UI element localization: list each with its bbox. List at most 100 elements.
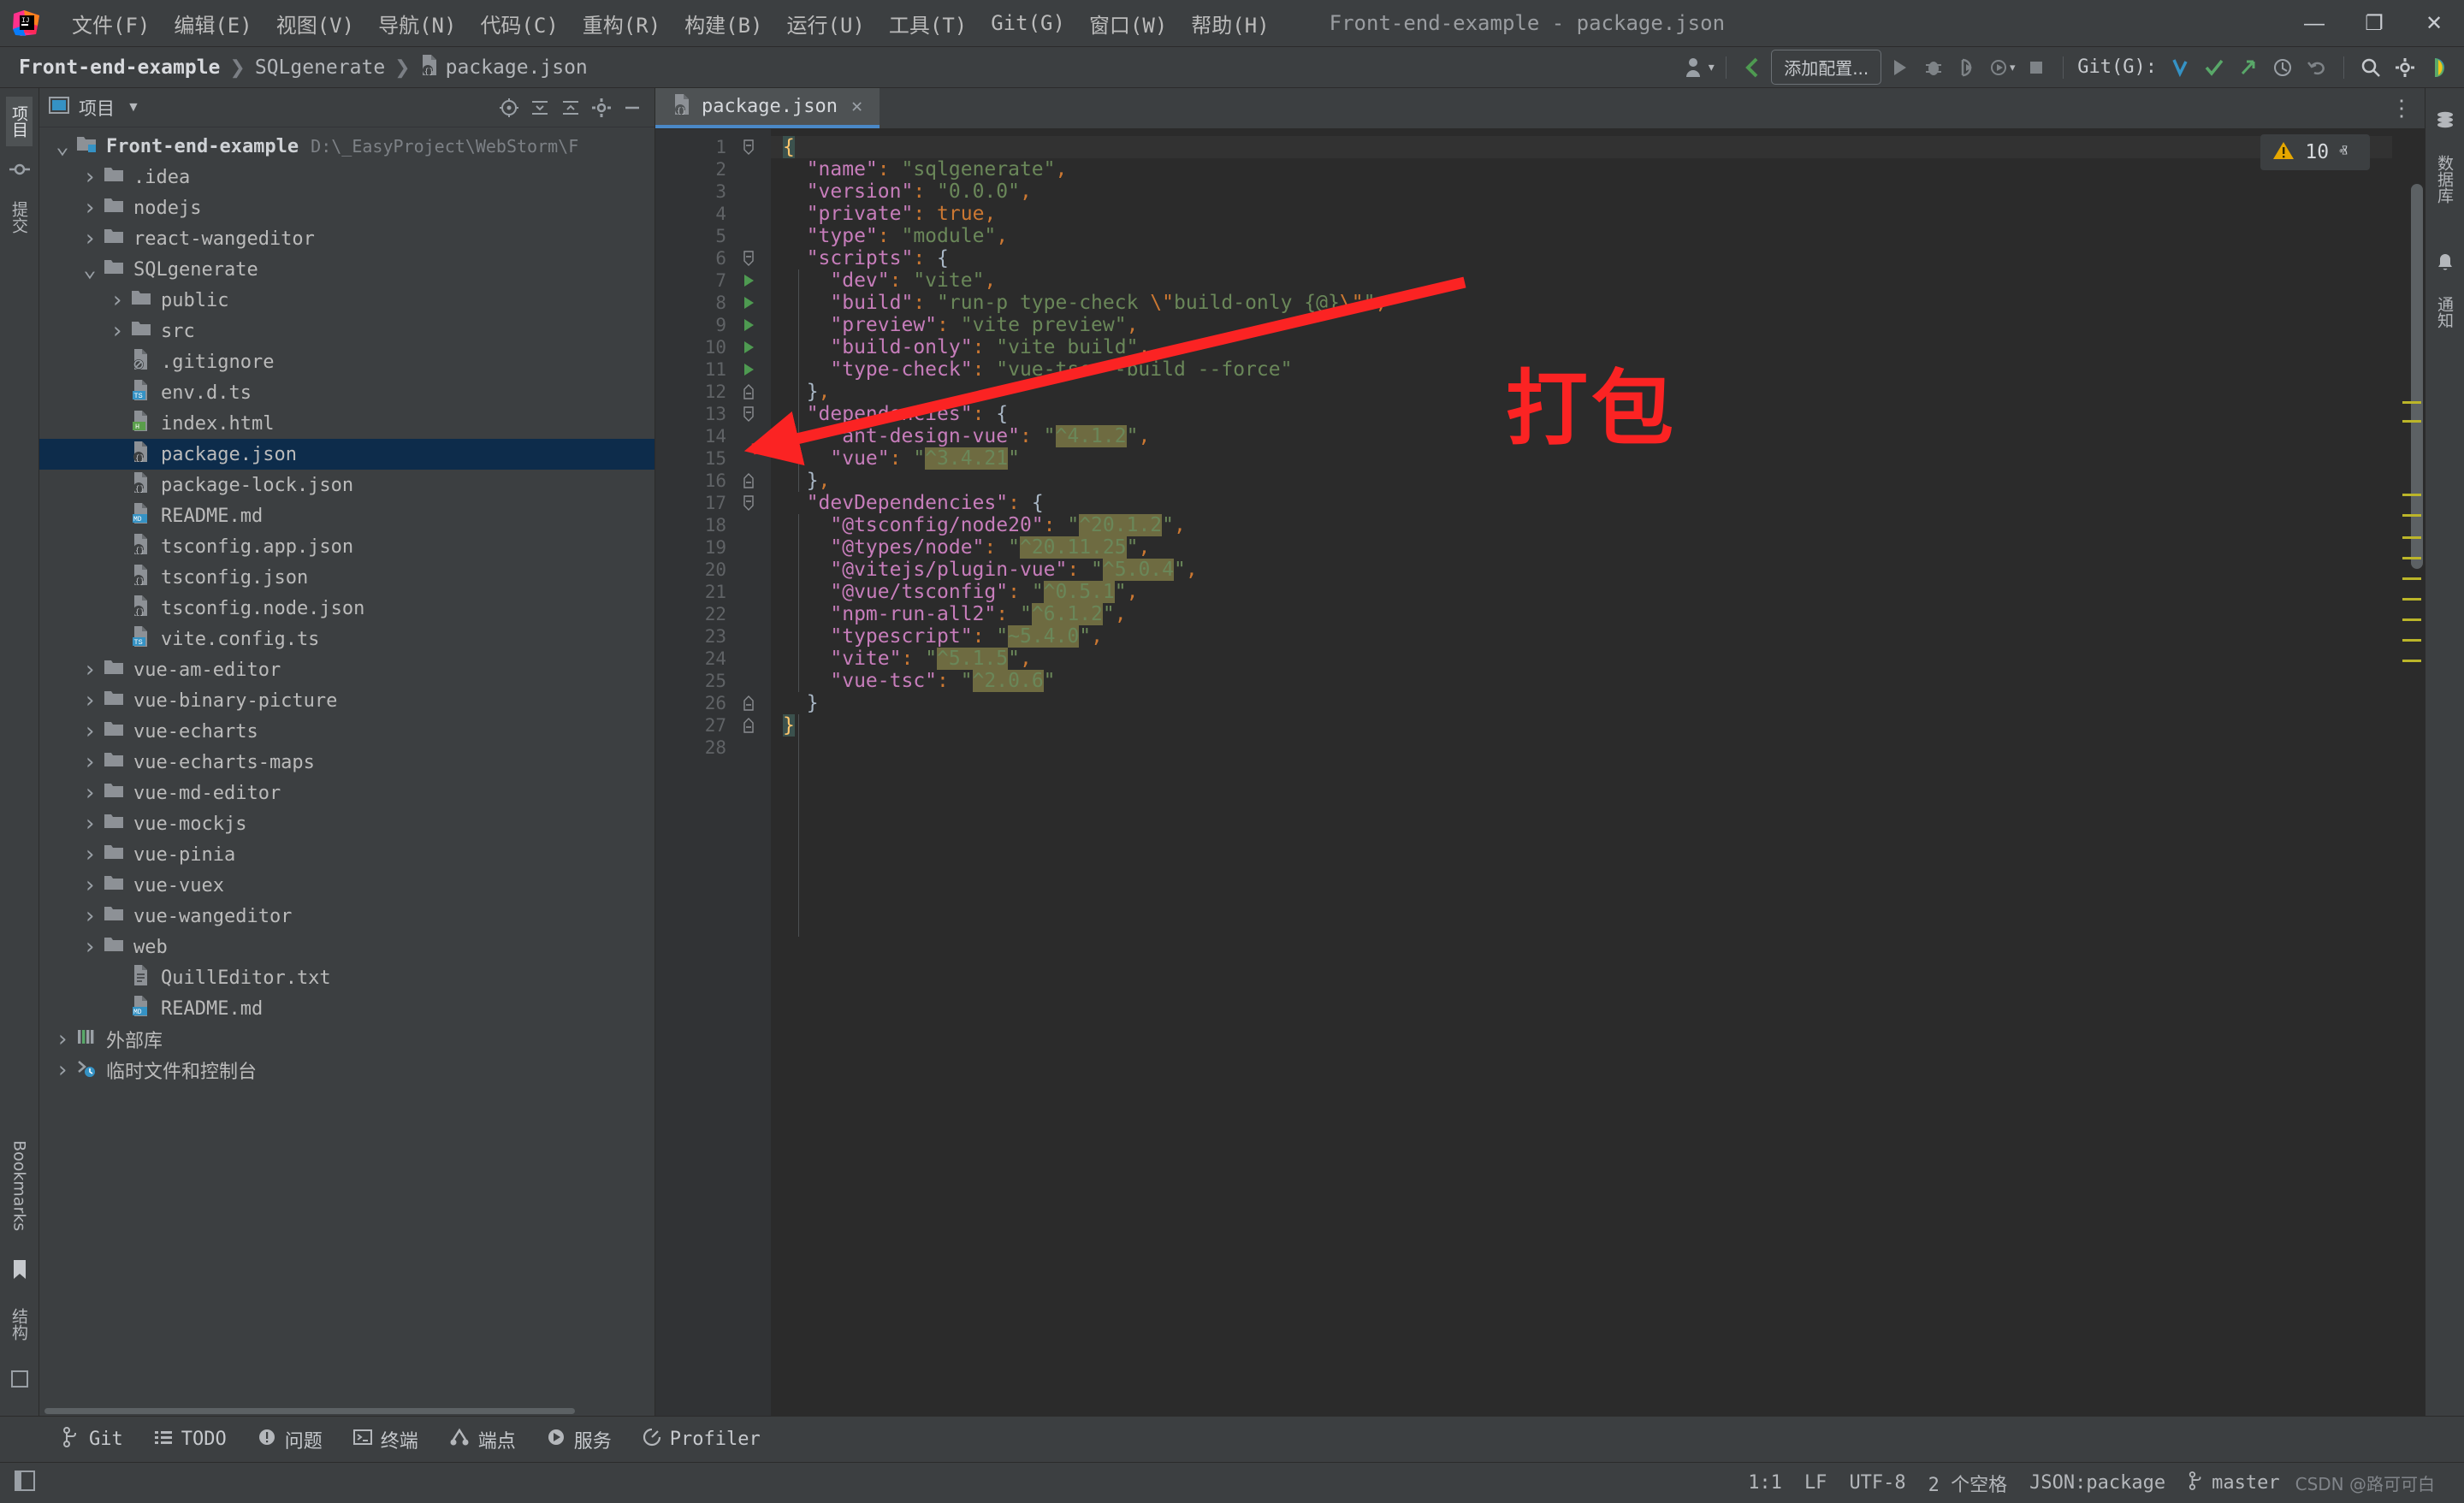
user-account-icon[interactable]: ▾	[1683, 51, 1715, 84]
inspection-marker[interactable]	[2402, 401, 2421, 404]
code-line[interactable]: "type-check": "vue-tsc --build --force"	[771, 358, 2392, 381]
tool-window-git[interactable]: Git	[50, 1422, 135, 1457]
editor-gutter[interactable]: 1 2 3 4 5 6 7 8 9 10 11 12 13 14 15 16 17 18 19 20 21 22 23 24 2…	[655, 129, 771, 1416]
code-line[interactable]	[771, 737, 2392, 759]
settings-gear-icon[interactable]	[2389, 51, 2421, 84]
git-history-icon[interactable]	[2266, 51, 2299, 84]
gutter-row[interactable]: 22	[655, 603, 771, 625]
gutter-row[interactable]: 26	[655, 692, 771, 714]
inspection-widget[interactable]: 10 ⱏ ⱟ	[2260, 134, 2370, 170]
collapse-all-icon[interactable]	[557, 94, 584, 121]
git-push-icon[interactable]	[2232, 51, 2265, 84]
editor-marker-bar[interactable]	[2392, 129, 2425, 1416]
fold-end-icon[interactable]	[726, 717, 771, 734]
code-line[interactable]: "npm-run-all2": "^6.1.2",	[771, 603, 2392, 625]
code-line[interactable]: "devDependencies": {	[771, 492, 2392, 514]
stop-icon[interactable]	[2020, 51, 2052, 84]
code-line[interactable]: "@types/node": "^20.11.25",	[771, 536, 2392, 559]
chevron-right-icon[interactable]: ›	[79, 688, 101, 713]
code-line[interactable]: "vue": "^3.4.21"	[771, 447, 2392, 470]
inspection-marker[interactable]	[2402, 514, 2421, 517]
code-line[interactable]: "dependencies": {	[771, 403, 2392, 425]
menu-view[interactable]: 视图(V)	[264, 5, 366, 42]
chevron-right-icon[interactable]: ›	[79, 657, 101, 683]
tool-window-terminal[interactable]: 终端	[341, 1421, 430, 1459]
fold-end-icon[interactable]	[726, 472, 771, 489]
chevron-right-icon[interactable]: ›	[79, 226, 101, 251]
tree-row[interactable]: › vue-binary-picture	[39, 685, 654, 716]
chevron-up-icon[interactable]: ⱏ	[2339, 143, 2348, 163]
inspection-marker[interactable]	[2402, 494, 2421, 496]
run-icon[interactable]	[1883, 51, 1916, 84]
menu-help[interactable]: 帮助(H)	[1179, 5, 1281, 42]
chevron-right-icon[interactable]: ›	[79, 934, 101, 960]
tree-row[interactable]: › vue-mockjs	[39, 808, 654, 839]
tree-row[interactable]: › 外部库	[39, 1024, 654, 1055]
tree-row[interactable]: {} tsconfig.node.json	[39, 593, 654, 624]
chevron-right-icon[interactable]: ›	[79, 749, 101, 775]
update-project-icon[interactable]	[1737, 51, 1769, 84]
tree-row[interactable]: › .idea	[39, 162, 654, 192]
code-line[interactable]: "dev": "vite",	[771, 269, 2392, 292]
gutter-row[interactable]: 4	[655, 203, 771, 225]
chevron-right-icon[interactable]: ›	[51, 1057, 74, 1083]
tree-row[interactable]: ⌄ Front-end-example D:\_EasyProject\WebSto…	[39, 131, 654, 162]
maximize-button[interactable]: ❐	[2344, 0, 2404, 47]
gutter-row[interactable]: 17	[655, 492, 771, 514]
run-script-icon[interactable]	[726, 317, 771, 333]
gutter-row[interactable]: 16	[655, 470, 771, 492]
tree-row[interactable]: .gitignore	[39, 346, 654, 377]
tree-row[interactable]: Hindex.html	[39, 408, 654, 439]
gutter-row[interactable]: 23	[655, 625, 771, 648]
fold-collapse-icon[interactable]	[726, 250, 771, 267]
rail-tab-database[interactable]: 数据库	[2431, 150, 2458, 209]
code-line[interactable]: "ant-design-vue": "^4.1.2",	[771, 425, 2392, 447]
run-script-icon[interactable]	[726, 273, 771, 288]
commit-icon[interactable]	[5, 155, 34, 184]
tree-row[interactable]: › vue-vuex	[39, 870, 654, 901]
inspection-marker[interactable]	[2402, 618, 2421, 621]
caret-position[interactable]: 1:1	[1748, 1472, 1782, 1494]
select-opened-file-icon[interactable]	[495, 94, 523, 121]
tree-row[interactable]: › public	[39, 285, 654, 316]
gutter-row[interactable]: 19	[655, 536, 771, 559]
code-line[interactable]: "build-only": "vite build",	[771, 336, 2392, 358]
gutter-row[interactable]: 2	[655, 158, 771, 180]
breadcrumb-file[interactable]: {} package.json	[413, 52, 595, 83]
chevron-right-icon[interactable]: ›	[79, 811, 101, 837]
debug-icon[interactable]	[1917, 51, 1950, 84]
tool-window-todo[interactable]: TODO	[142, 1423, 239, 1456]
code-line[interactable]: "@vitejs/plugin-vue": "^5.0.4",	[771, 559, 2392, 581]
json-schema-selector[interactable]: JSON:package	[2029, 1472, 2165, 1494]
tree-row[interactable]: › vue-md-editor	[39, 778, 654, 808]
menu-code[interactable]: 代码(C)	[468, 5, 570, 42]
gutter-row[interactable]: 28	[655, 737, 771, 759]
chevron-right-icon[interactable]: ›	[79, 719, 101, 744]
menu-run[interactable]: 运行(U)	[775, 5, 877, 42]
database-icon[interactable]	[2431, 107, 2460, 136]
gutter-row[interactable]: 25	[655, 670, 771, 692]
file-encoding[interactable]: UTF-8	[1849, 1472, 1905, 1494]
editor-vertical-scrollbar-thumb[interactable]	[2411, 184, 2423, 569]
gutter-row[interactable]: 24	[655, 648, 771, 670]
gutter-row[interactable]: 12	[655, 381, 771, 403]
tree-row[interactable]: QuillEditor.txt	[39, 962, 654, 993]
rail-tab-notifications[interactable]: 通知	[2431, 291, 2458, 334]
tree-row[interactable]: › vue-echarts	[39, 716, 654, 747]
menu-git[interactable]: Git(G)	[979, 8, 1077, 38]
scrollbar-thumb[interactable]	[44, 1408, 575, 1414]
code-line[interactable]: "version": "0.0.0",	[771, 180, 2392, 203]
git-update-icon[interactable]	[2164, 51, 2196, 84]
fold-collapse-icon[interactable]	[726, 405, 771, 423]
close-button[interactable]: ✕	[2404, 0, 2464, 47]
code-line[interactable]: }	[771, 714, 2392, 737]
minimize-button[interactable]: —	[2284, 0, 2344, 47]
tree-row[interactable]: › vue-wangeditor	[39, 901, 654, 932]
tree-row[interactable]: › vue-am-editor	[39, 654, 654, 685]
menu-navigate[interactable]: 导航(N)	[366, 5, 468, 42]
chevron-down-icon[interactable]: ▼	[127, 100, 140, 115]
code-line[interactable]: "vite": "^5.1.5",	[771, 648, 2392, 670]
code-line[interactable]: "@tsconfig/node20": "^20.1.2",	[771, 514, 2392, 536]
ide-features-trainer-icon[interactable]	[2423, 51, 2455, 84]
code-line[interactable]: "private": true,	[771, 203, 2392, 225]
